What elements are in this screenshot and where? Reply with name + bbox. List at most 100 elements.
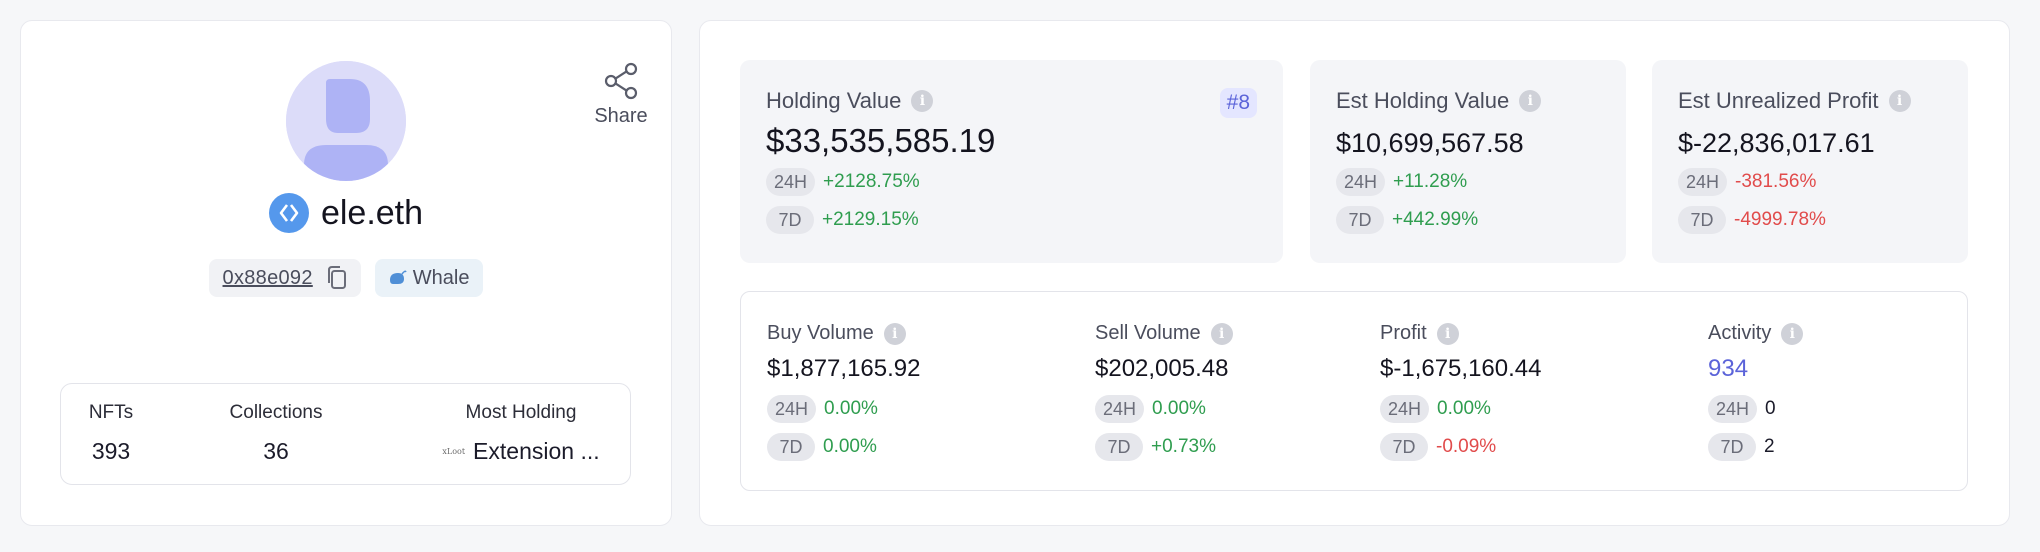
sell-volume-24h-change: 0.00% bbox=[1152, 398, 1206, 419]
holding-value-7d-row: 7D +2129.15% bbox=[766, 206, 919, 234]
profit-24h-row: 24H 0.00% bbox=[1380, 395, 1491, 423]
est-holding-value-7d-change: +442.99% bbox=[1392, 209, 1479, 230]
sell-volume-label: Sell Volume bbox=[1095, 322, 1201, 344]
wallet-address-link[interactable]: 0x88e092 bbox=[223, 267, 313, 290]
sell-volume-amount: $202,005.48 bbox=[1095, 355, 1229, 382]
collections-value: 36 bbox=[263, 438, 289, 464]
most-holding-label: Most Holding bbox=[465, 402, 577, 423]
est-holding-value-24h-change: +11.28% bbox=[1393, 171, 1468, 192]
holding-value-label: Holding Value bbox=[766, 88, 902, 113]
sell-volume-label-row: Sell Volume i bbox=[1095, 322, 1233, 345]
holding-value-panel: Holding Value i #8 $33,535,585.19 24H +2… bbox=[740, 60, 1283, 263]
nfts-label: NFTs bbox=[88, 402, 134, 423]
sell-volume-24h-row: 24H 0.00% bbox=[1095, 395, 1206, 423]
collections-stat: Collections 36 bbox=[201, 402, 351, 465]
tag-7d: 7D bbox=[766, 206, 814, 234]
profit-label-row: Profit i bbox=[1380, 322, 1459, 345]
most-holding-stat[interactable]: Most Holding xLoot Extension ... bbox=[431, 402, 611, 465]
activity-count[interactable]: 934 bbox=[1708, 355, 1748, 383]
info-icon[interactable]: i bbox=[911, 90, 934, 112]
activity-7d-row: 7D 2 bbox=[1708, 433, 1775, 461]
est-holding-value-label: Est Holding Value bbox=[1336, 88, 1510, 113]
info-icon[interactable]: i bbox=[1888, 90, 1911, 112]
est-unrealized-profit-7d-change: -4999.78% bbox=[1734, 209, 1826, 230]
holding-value-24h-change: +2128.75% bbox=[823, 171, 920, 192]
collections-label: Collections bbox=[229, 402, 323, 423]
info-icon[interactable]: i bbox=[1210, 322, 1233, 345]
buy-volume-7d-change: 0.00% bbox=[823, 436, 877, 457]
est-holding-value-24h-row: 24H +11.28% bbox=[1336, 168, 1467, 196]
most-holding-value[interactable]: Extension ... bbox=[473, 438, 600, 465]
est-unrealized-profit-7d-row: 7D -4999.78% bbox=[1678, 206, 1826, 234]
tag-24h: 24H bbox=[1678, 168, 1728, 196]
est-unrealized-profit-panel: Est Unrealized Profit i $-22,836,017.61 … bbox=[1652, 60, 1968, 263]
volume-panel: Buy Volume i $1,877,165.92 24H 0.00% 7D … bbox=[740, 291, 1968, 491]
most-holding-value-row[interactable]: xLoot Extension ... bbox=[431, 438, 611, 465]
sell-volume-7d-row: 7D +0.73% bbox=[1095, 433, 1216, 461]
user-name: ele.eth bbox=[320, 193, 424, 232]
xloot-logo: xLoot bbox=[442, 447, 466, 456]
activity-label: Activity bbox=[1708, 322, 1772, 344]
activity-label-row: Activity i bbox=[1708, 322, 1804, 345]
nfts-value: 393 bbox=[91, 438, 131, 464]
profit-amount: $-1,675,160.44 bbox=[1380, 355, 1542, 382]
est-unrealized-profit-24h-row: 24H -381.56% bbox=[1678, 168, 1816, 196]
est-unrealized-profit-24h-change: -381.56% bbox=[1735, 171, 1817, 192]
holding-value-24h-row: 24H +2128.75% bbox=[766, 168, 920, 196]
tag-24h: 24H bbox=[766, 168, 816, 196]
copy-icon[interactable] bbox=[325, 265, 349, 291]
profile-chips: 0x88e092 Whale bbox=[21, 259, 671, 297]
activity-7d-count: 2 bbox=[1764, 436, 1775, 457]
share-label: Share bbox=[594, 105, 648, 127]
est-unrealized-profit-amount: $-22,836,017.61 bbox=[1678, 128, 1875, 158]
tag-24h: 24H bbox=[1380, 395, 1430, 423]
buy-volume-24h-row: 24H 0.00% bbox=[767, 395, 878, 423]
profile-name-row: ele.eth bbox=[21, 193, 671, 233]
buy-volume-7d-row: 7D 0.00% bbox=[767, 433, 877, 461]
est-holding-value-7d-row: 7D +442.99% bbox=[1336, 206, 1478, 234]
tag-24h: 24H bbox=[767, 395, 817, 423]
tag-7d: 7D bbox=[1336, 206, 1384, 234]
tag-24h: 24H bbox=[1095, 395, 1145, 423]
tag-7d: 7D bbox=[1380, 433, 1428, 461]
nfts-stat: NFTs 393 bbox=[61, 402, 161, 465]
est-holding-value-panel: Est Holding Value i $10,699,567.58 24H +… bbox=[1310, 60, 1626, 263]
tag-24h: 24H bbox=[1708, 395, 1758, 423]
tag-7d: 7D bbox=[1678, 206, 1726, 234]
info-icon[interactable]: i bbox=[1436, 322, 1459, 345]
whale-badge-label: Whale bbox=[412, 266, 470, 289]
profit-label: Profit bbox=[1380, 322, 1427, 344]
share-button[interactable]: Share bbox=[581, 61, 661, 128]
holding-value-7d-change: +2129.15% bbox=[822, 209, 919, 230]
tag-7d: 7D bbox=[1095, 433, 1143, 461]
activity-24h-count: 0 bbox=[1765, 398, 1776, 419]
rank-badge: #8 bbox=[1219, 88, 1257, 118]
info-icon[interactable]: i bbox=[1519, 90, 1542, 112]
tag-24h: 24H bbox=[1336, 168, 1386, 196]
est-unrealized-profit-label: Est Unrealized Profit bbox=[1678, 88, 1879, 113]
profit-7d-row: 7D -0.09% bbox=[1380, 433, 1496, 461]
holding-value-label-row: Holding Value i bbox=[766, 88, 934, 114]
whale-icon bbox=[389, 270, 407, 284]
est-holding-value-amount: $10,699,567.58 bbox=[1336, 128, 1524, 158]
whale-badge: Whale bbox=[374, 259, 484, 297]
profit-24h-change: 0.00% bbox=[1437, 398, 1491, 419]
buy-volume-label-row: Buy Volume i bbox=[767, 322, 906, 345]
wallet-address-chip[interactable]: 0x88e092 bbox=[208, 259, 361, 297]
profile-card: Share ele.eth 0x88e092 Whale NFTs 393 Co… bbox=[20, 20, 672, 526]
buy-volume-24h-change: 0.00% bbox=[824, 398, 878, 419]
activity-24h-row: 24H 0 bbox=[1708, 395, 1776, 423]
info-icon[interactable]: i bbox=[1781, 322, 1804, 345]
tag-7d: 7D bbox=[1708, 433, 1756, 461]
est-unrealized-profit-label-row: Est Unrealized Profit i bbox=[1678, 88, 1911, 114]
profit-7d-change: -0.09% bbox=[1436, 436, 1497, 457]
sell-volume-7d-change: +0.73% bbox=[1151, 436, 1216, 457]
holdings-summary: NFTs 393 Collections 36 Most Holding xLo… bbox=[60, 383, 631, 485]
avatar bbox=[286, 61, 406, 181]
buy-volume-amount: $1,877,165.92 bbox=[767, 355, 921, 382]
share-icon bbox=[604, 62, 638, 100]
info-icon[interactable]: i bbox=[883, 322, 906, 345]
user-avatar-icon bbox=[286, 61, 406, 181]
ens-icon bbox=[268, 193, 309, 233]
holding-value-amount: $33,535,585.19 bbox=[766, 122, 996, 159]
